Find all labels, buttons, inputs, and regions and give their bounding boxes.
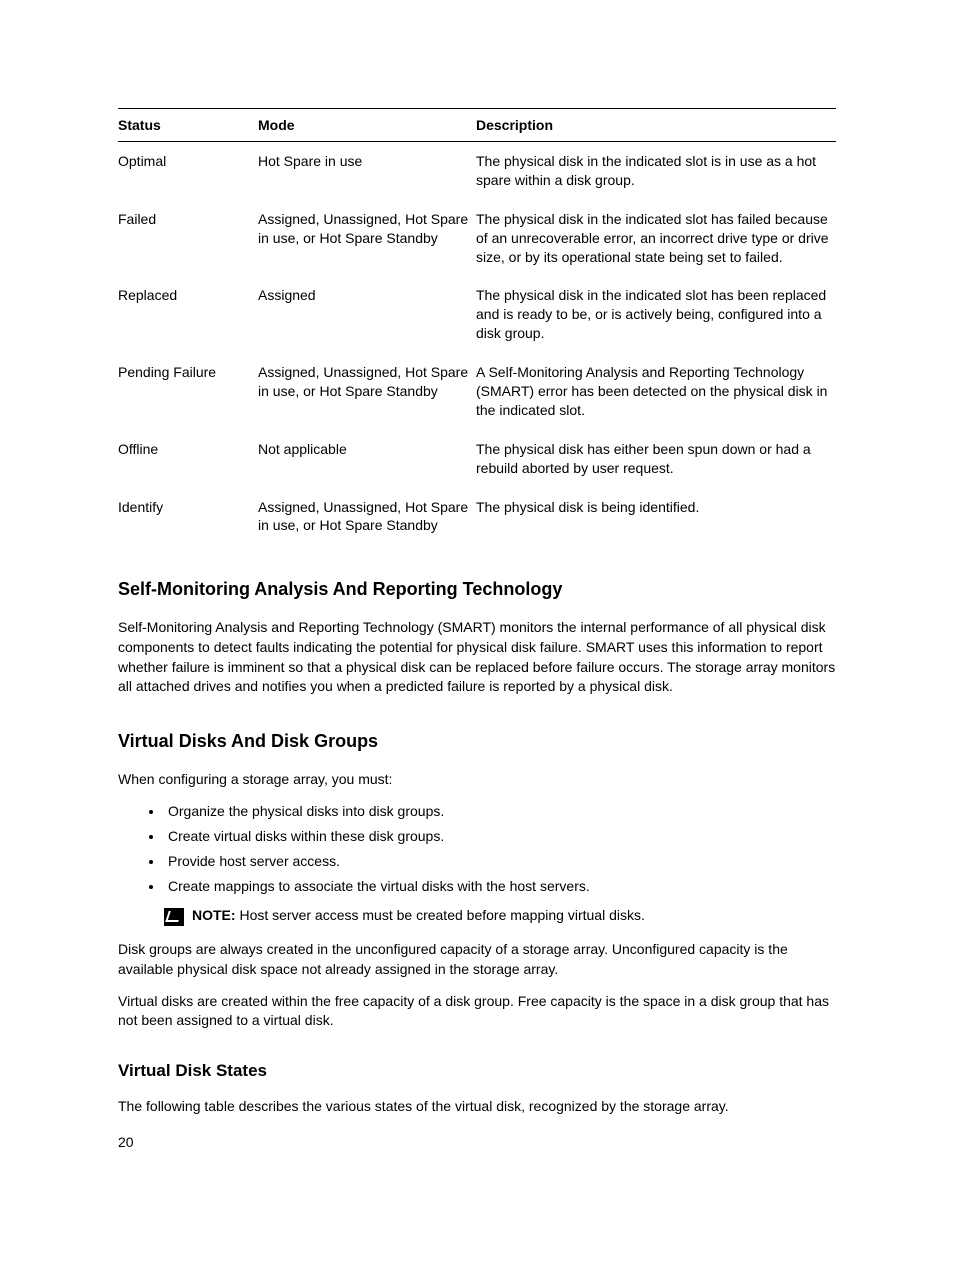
table-row: Optimal Hot Spare in use The physical di… (118, 142, 836, 200)
note-block: NOTE: Host server access must be created… (164, 907, 836, 926)
table-row: Identify Assigned, Unassigned, Hot Spare… (118, 488, 836, 546)
list-item: Organize the physical disks into disk gr… (164, 801, 836, 822)
page-number: 20 (118, 1134, 134, 1150)
cell-status: Optimal (118, 142, 258, 200)
cell-description: The physical disk in the indicated slot … (476, 276, 836, 353)
cell-mode: Hot Spare in use (258, 142, 476, 200)
cell-mode: Assigned, Unassigned, Hot Spare in use, … (258, 488, 476, 546)
table-row: Offline Not applicable The physical disk… (118, 430, 836, 488)
header-mode: Mode (258, 109, 476, 142)
header-status: Status (118, 109, 258, 142)
cell-status: Replaced (118, 276, 258, 353)
heading-vdisk-states: Virtual Disk States (118, 1061, 836, 1081)
cell-status: Pending Failure (118, 353, 258, 430)
paragraph-smart: Self-Monitoring Analysis and Reporting T… (118, 618, 836, 696)
list-item: Create mappings to associate the virtual… (164, 876, 836, 897)
note-text: Host server access must be created befor… (239, 907, 644, 923)
note-icon (164, 908, 184, 926)
config-list: Organize the physical disks into disk gr… (164, 801, 836, 897)
paragraph-vdisk-free: Virtual disks are created within the fre… (118, 992, 836, 1031)
cell-status: Failed (118, 200, 258, 277)
list-item: Create virtual disks within these disk g… (164, 826, 836, 847)
heading-vdisk-groups: Virtual Disks And Disk Groups (118, 731, 836, 752)
cell-status: Offline (118, 430, 258, 488)
cell-description: The physical disk in the indicated slot … (476, 142, 836, 200)
paragraph-vdisk-states: The following table describes the variou… (118, 1097, 836, 1117)
cell-status: Identify (118, 488, 258, 546)
list-item: Provide host server access. (164, 851, 836, 872)
cell-mode: Not applicable (258, 430, 476, 488)
table-header-row: Status Mode Description (118, 109, 836, 142)
paragraph-diskgroups: Disk groups are always created in the un… (118, 940, 836, 979)
table-row: Pending Failure Assigned, Unassigned, Ho… (118, 353, 836, 430)
heading-smart: Self-Monitoring Analysis And Reporting T… (118, 579, 836, 600)
note-content: NOTE: Host server access must be created… (192, 907, 645, 923)
cell-mode: Assigned, Unassigned, Hot Spare in use, … (258, 353, 476, 430)
note-label: NOTE: (192, 907, 239, 923)
cell-description: The physical disk is being identified. (476, 488, 836, 546)
table-row: Failed Assigned, Unassigned, Hot Spare i… (118, 200, 836, 277)
cell-description: The physical disk has either been spun d… (476, 430, 836, 488)
cell-description: The physical disk in the indicated slot … (476, 200, 836, 277)
cell-mode: Assigned, Unassigned, Hot Spare in use, … (258, 200, 476, 277)
status-table: Status Mode Description Optimal Hot Spar… (118, 108, 836, 545)
paragraph-vdisk-intro: When configuring a storage array, you mu… (118, 770, 836, 790)
cell-mode: Assigned (258, 276, 476, 353)
table-row: Replaced Assigned The physical disk in t… (118, 276, 836, 353)
cell-description: A Self-Monitoring Analysis and Reporting… (476, 353, 836, 430)
header-description: Description (476, 109, 836, 142)
